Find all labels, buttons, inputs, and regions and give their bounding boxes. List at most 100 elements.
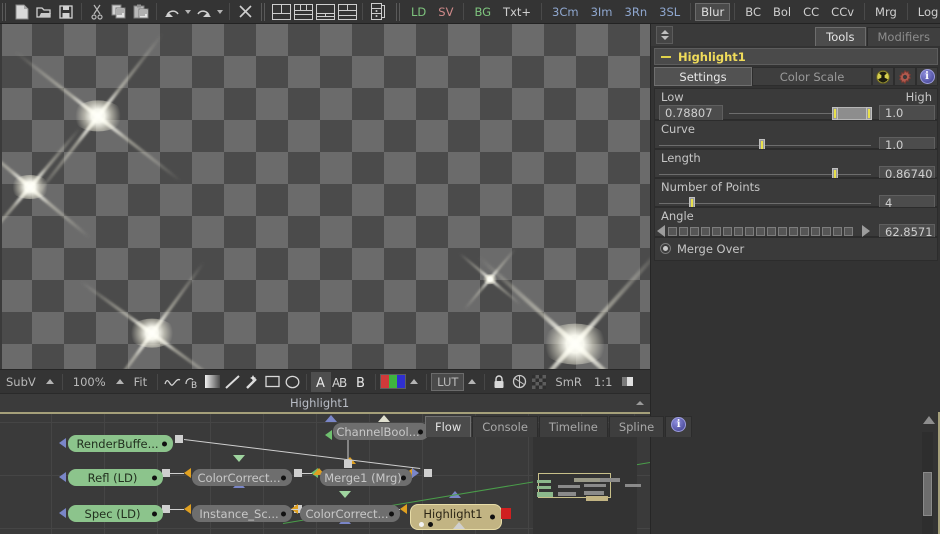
text-b-icon[interactable]: B [351, 372, 371, 392]
redo-arrow-icon[interactable] [193, 2, 215, 22]
flow-scroll-up-arrow-icon[interactable] [923, 416, 935, 424]
curve-slider-track[interactable] [659, 145, 871, 146]
undo-dropdown-caret-icon[interactable] [183, 2, 193, 22]
image-viewer[interactable] [0, 24, 650, 369]
flow-node-refl[interactable]: Refl (LD) [68, 469, 163, 486]
node-output-socket[interactable] [162, 469, 170, 477]
toolbar-grip[interactable] [1, 2, 8, 21]
node-mask-input-icon[interactable] [325, 415, 337, 422]
smooth-resize-button[interactable]: SmR [549, 373, 588, 391]
angle-decrease-arrow-icon[interactable] [657, 225, 665, 237]
aperture-icon[interactable] [509, 372, 529, 392]
info-icon[interactable]: i [916, 67, 938, 86]
toolbar-grip-3[interactable] [395, 2, 402, 21]
aspect-ratio-button[interactable]: 1:1 [588, 373, 619, 391]
node-output-socket[interactable] [424, 469, 432, 477]
save-disk-icon[interactable] [55, 2, 77, 22]
node-output-dot[interactable] [490, 514, 495, 520]
flow-node-renderbuffer[interactable]: RenderBuffe... [68, 435, 173, 452]
gradient-icon[interactable] [202, 372, 222, 392]
stepper-up-icon[interactable] [660, 30, 669, 34]
lock-icon[interactable] [489, 372, 509, 392]
flow-node-instance_sc[interactable]: Instance_Sc... [192, 505, 292, 522]
flow-node-colorcorrect1[interactable]: ColorCorrect... [192, 469, 292, 486]
rectangle-tool-icon[interactable] [262, 372, 282, 392]
fit-button[interactable]: Fit [128, 373, 153, 391]
node-output-socket[interactable] [294, 469, 302, 477]
flow-tab-console[interactable]: Console [472, 416, 538, 437]
zoom-caret-icon[interactable] [115, 379, 124, 384]
open-folder-icon[interactable] [33, 2, 55, 22]
angle-increase-arrow-icon[interactable] [862, 225, 870, 237]
tool-button-blur[interactable]: Blur [695, 2, 731, 21]
node-output-socket[interactable] [501, 508, 511, 519]
text-ab-icon[interactable]: AB [331, 372, 351, 392]
node-output-dot[interactable] [152, 475, 157, 480]
tool-button-bc[interactable]: BC [739, 3, 767, 21]
text-a-icon[interactable]: A [311, 371, 332, 392]
node-output-socket[interactable] [162, 505, 170, 513]
inspector-node-header[interactable]: Highlight1 [654, 48, 938, 65]
subview-button[interactable]: SubV [0, 373, 42, 391]
node-mask-input-icon[interactable] [233, 455, 245, 462]
viewer-collapse-caret-icon[interactable] [636, 401, 644, 405]
length-slider-track[interactable] [659, 174, 871, 175]
redo-dropdown-caret-icon[interactable] [215, 2, 225, 22]
inspector-tab-tools[interactable]: Tools [815, 27, 866, 46]
node-effect-mask-icon[interactable] [412, 468, 419, 478]
undo-arrow-icon[interactable] [161, 2, 183, 22]
tool-button-cc[interactable]: CC [797, 3, 825, 21]
zoom-level-value[interactable]: 100% [67, 373, 112, 391]
node-input-arrow-icon[interactable] [325, 430, 332, 440]
node-output-dot[interactable] [401, 475, 406, 480]
layout-quad-icon[interactable] [292, 2, 314, 22]
flow-node-spec[interactable]: Spec (LD) [68, 505, 163, 522]
flow-vertical-scrollbar-thumb[interactable] [923, 472, 932, 516]
tool-button-log[interactable]: Log [912, 3, 940, 21]
tool-button-ccv[interactable]: CCv [825, 3, 860, 21]
flow-node-highlight1[interactable]: Highlight1 [411, 505, 511, 529]
node-input-arrow-icon[interactable] [400, 504, 407, 514]
flow-tab-spline[interactable]: Spline [608, 416, 665, 437]
node-input-arrow-icon[interactable] [184, 468, 191, 478]
low-slider-handle[interactable] [832, 107, 838, 120]
copy-icon[interactable] [108, 2, 130, 22]
inspector-tab-modifiers[interactable]: Modifiers [866, 27, 940, 46]
tool-button-sv[interactable]: SV [432, 3, 459, 21]
inspector-updown-stepper[interactable] [656, 26, 673, 44]
node-output-dot[interactable] [152, 511, 157, 516]
split-view-icon[interactable] [618, 372, 638, 392]
tool-button-bg[interactable]: BG [468, 3, 497, 21]
node-mask-input-icon[interactable] [339, 491, 351, 498]
ellipse-tool-icon[interactable] [282, 372, 302, 392]
connection-socket[interactable] [344, 460, 352, 468]
node-input-arrow-icon[interactable] [184, 504, 191, 514]
stepper-down-icon[interactable] [660, 36, 669, 40]
merge-over-radio[interactable] [660, 243, 671, 254]
flow-node-channelbool[interactable]: ChannelBool... [333, 423, 429, 440]
paste-icon[interactable] [130, 2, 152, 22]
node-output-dot[interactable] [281, 475, 286, 480]
node-mask-input-icon[interactable] [378, 415, 390, 422]
node-input-arrow-icon[interactable] [59, 438, 66, 448]
lut-button[interactable]: LUT [431, 372, 465, 391]
high-slider-handle[interactable] [866, 107, 872, 120]
tool-button-ld[interactable]: LD [405, 3, 432, 21]
node-output-dot[interactable] [418, 429, 423, 434]
tool-button-bol[interactable]: Bol [767, 3, 797, 21]
delete-x-icon[interactable] [234, 2, 256, 22]
line-tool-icon[interactable] [222, 372, 242, 392]
layout-wide-icon[interactable] [314, 2, 336, 22]
rgb-caret-icon[interactable] [410, 379, 419, 384]
magic-wand-icon[interactable] [242, 372, 262, 392]
flow-tab-timeline[interactable]: Timeline [538, 416, 608, 437]
tool-button-mrg[interactable]: Mrg [869, 3, 903, 21]
rgb-channels-icon[interactable] [380, 374, 407, 389]
cut-scissors-icon[interactable] [86, 2, 108, 22]
node-mask-input-arrow-icon[interactable] [453, 522, 465, 529]
angle-dashed-track[interactable] [668, 226, 860, 237]
curve-icon[interactable] [162, 372, 182, 392]
gear-icon[interactable] [894, 67, 916, 86]
tool-button-3cm[interactable]: 3Cm [546, 3, 585, 21]
flow-node-merge1[interactable]: Merge1 (Mrg) [320, 469, 412, 486]
